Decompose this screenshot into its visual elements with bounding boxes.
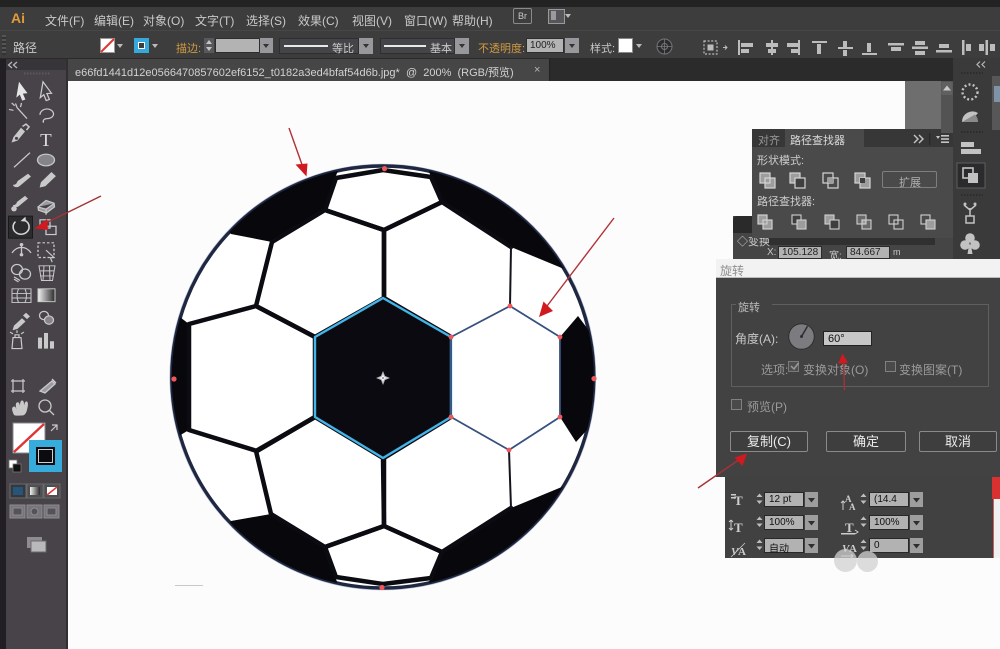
svg-text:T: T [40,131,52,150]
svg-text:A: A [738,546,746,558]
svg-text:T: T [734,520,743,535]
